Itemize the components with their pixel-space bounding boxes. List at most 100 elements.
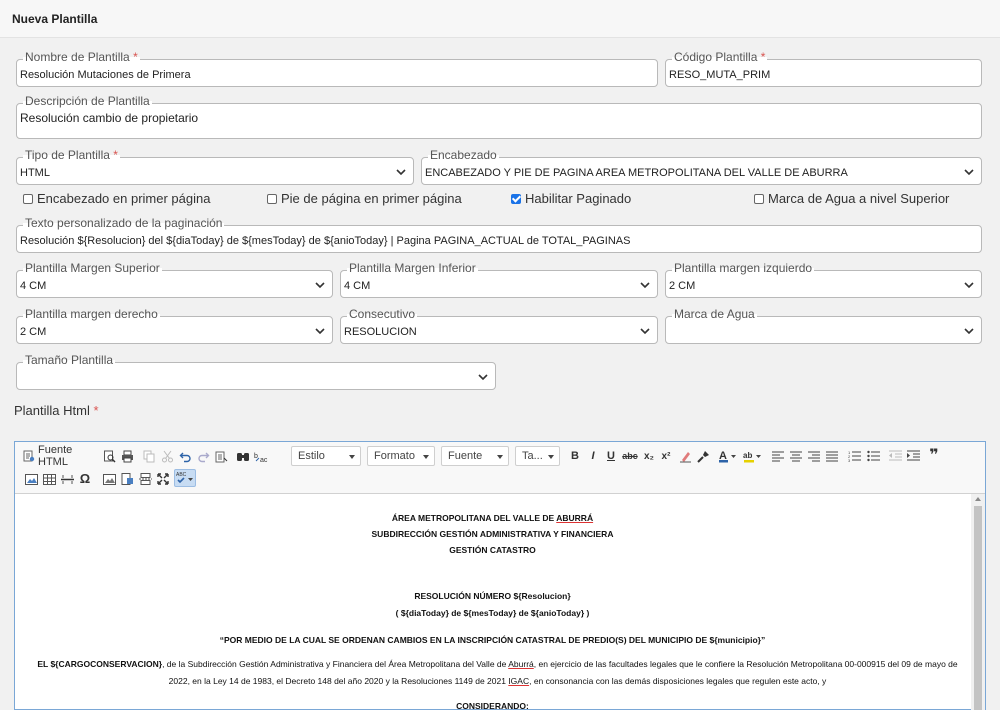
tamano-plantilla-select[interactable]: Tamaño Plantilla bbox=[16, 353, 496, 390]
descripcion-plantilla-label: Descripción de Plantilla bbox=[23, 94, 152, 108]
html-editor[interactable]: Fuente HTML b ac Estilo Formato Fuente Ta… bbox=[14, 441, 986, 710]
replace-icon[interactable]: b ac bbox=[253, 447, 269, 465]
card-header: Nueva Plantilla bbox=[0, 0, 1000, 38]
editor-scrollbar[interactable] bbox=[971, 494, 985, 710]
content-line-resolucion: RESOLUCIÓN NÚMERO ${Resolucion} bbox=[414, 591, 571, 601]
print-icon[interactable] bbox=[119, 447, 135, 465]
chevron-down-icon bbox=[639, 325, 651, 337]
special-char-button[interactable]: Ω bbox=[77, 469, 93, 487]
chevron-down-icon bbox=[963, 325, 975, 337]
editor-content[interactable]: ÁREA METROPOLITANA DEL VALLE DE ABURRÁ S… bbox=[15, 494, 970, 710]
margen-derecho-label: Plantilla margen derecho bbox=[23, 307, 160, 321]
preview-icon[interactable] bbox=[101, 447, 117, 465]
encabezado-select[interactable]: Encabezado ENCABEZADO Y PIE DE PAGINA AR… bbox=[421, 148, 982, 185]
margen-izquierdo-select[interactable]: Plantilla margen izquierdo 2 CM bbox=[665, 261, 982, 298]
superscript-button[interactable]: x² bbox=[659, 447, 673, 465]
blockquote-button[interactable]: ❞ bbox=[927, 446, 941, 464]
copy-icon[interactable] bbox=[141, 447, 157, 465]
margen-derecho-select[interactable]: Plantilla margen derecho 2 CM bbox=[16, 307, 333, 344]
pie-primer-pagina-checkbox[interactable]: Pie de página en primer página bbox=[267, 191, 462, 206]
remove-format-icon[interactable] bbox=[678, 447, 692, 465]
text-color-button[interactable]: A bbox=[717, 447, 739, 465]
margen-inferior-select[interactable]: Plantilla Margen Inferior 4 CM bbox=[340, 261, 658, 298]
consecutivo-select[interactable]: Consecutivo RESOLUCION bbox=[340, 307, 658, 344]
align-left-icon[interactable] bbox=[771, 447, 785, 465]
outdent-icon[interactable] bbox=[888, 447, 902, 465]
checkbox-box[interactable] bbox=[23, 193, 33, 204]
image-icon[interactable] bbox=[23, 470, 39, 488]
descripcion-plantilla-field[interactable]: Descripción de Plantilla Resolución camb… bbox=[16, 94, 982, 139]
scrollbar-thumb[interactable] bbox=[974, 506, 982, 710]
margen-superior-select[interactable]: Plantilla Margen Superior 4 CM bbox=[16, 261, 333, 298]
descripcion-plantilla-input[interactable]: Resolución cambio de propietario bbox=[20, 111, 198, 125]
encabezado-primer-pagina-checkbox[interactable]: Encabezado en primer página bbox=[23, 191, 210, 206]
chevron-down-icon bbox=[423, 455, 429, 459]
texto-paginacion-field[interactable]: Texto personalizado de la paginación Res… bbox=[16, 216, 982, 253]
bullet-list-icon[interactable] bbox=[866, 447, 880, 465]
codigo-plantilla-field[interactable]: Código Plantilla * RESO_MUTA_PRIM bbox=[665, 50, 982, 87]
nombre-plantilla-field[interactable]: Nombre de Plantilla * Resolución Mutacio… bbox=[16, 50, 658, 87]
texto-paginacion-label: Texto personalizado de la paginación bbox=[23, 216, 225, 230]
content-line-entity: ÁREA METROPOLITANA DEL VALLE DE ABURRÁ bbox=[391, 513, 594, 523]
nombre-plantilla-label: Nombre de Plantilla * bbox=[23, 50, 140, 64]
scroll-up-arrow-icon[interactable] bbox=[975, 497, 981, 501]
page-break-icon[interactable] bbox=[137, 470, 153, 488]
strikethrough-button[interactable]: abc bbox=[621, 447, 639, 465]
tamano-combo[interactable]: Ta... bbox=[515, 446, 560, 466]
bold-button[interactable]: B bbox=[568, 447, 582, 465]
margen-inferior-value: 4 CM bbox=[344, 280, 371, 292]
checkbox-box[interactable] bbox=[754, 193, 764, 204]
content-line-gestion: GESTIÓN CATASTRO bbox=[449, 545, 536, 555]
consecutivo-label: Consecutivo bbox=[347, 307, 418, 321]
content-line-subdireccion: SUBDIRECCIÓN GESTIÓN ADMINISTRATIVA Y FI… bbox=[371, 529, 614, 539]
marca-agua-superior-checkbox[interactable]: Marca de Agua a nivel Superior bbox=[754, 191, 949, 206]
fuente-combo[interactable]: Fuente bbox=[441, 446, 509, 466]
chevron-down-icon bbox=[639, 279, 651, 291]
table-icon[interactable] bbox=[41, 470, 57, 488]
maximize-icon[interactable] bbox=[155, 470, 171, 488]
chevron-down-icon bbox=[395, 166, 407, 178]
align-center-icon[interactable] bbox=[789, 447, 803, 465]
align-right-icon[interactable] bbox=[807, 447, 821, 465]
spellcheck-button[interactable]: ABC bbox=[174, 469, 196, 487]
paste-text-icon[interactable] bbox=[213, 447, 229, 465]
content-line-fecha: ( ${diaToday} de ${mesToday} de ${anioTo… bbox=[395, 608, 590, 618]
codigo-plantilla-input[interactable]: RESO_MUTA_PRIM bbox=[669, 69, 770, 81]
marca-agua-select[interactable]: Marca de Agua bbox=[665, 307, 982, 344]
iframe-icon[interactable] bbox=[119, 470, 135, 488]
tipo-plantilla-select[interactable]: Tipo de Plantilla * HTML bbox=[16, 148, 414, 185]
chevron-down-icon bbox=[963, 166, 975, 178]
find-icon[interactable] bbox=[235, 447, 251, 465]
source-html-button[interactable]: Fuente HTML bbox=[23, 444, 99, 468]
margen-izquierdo-value: 2 CM bbox=[669, 280, 696, 292]
cut-icon[interactable] bbox=[159, 447, 175, 465]
checkbox-box[interactable] bbox=[267, 193, 277, 204]
subscript-button[interactable]: x₂ bbox=[642, 447, 656, 465]
align-justify-icon[interactable] bbox=[825, 447, 839, 465]
bg-color-button[interactable]: ab bbox=[742, 447, 764, 465]
underline-button[interactable]: U bbox=[604, 447, 618, 465]
margen-izquierdo-label: Plantilla margen izquierdo bbox=[672, 261, 815, 275]
checkbox-box-checked[interactable] bbox=[511, 193, 521, 204]
texto-paginacion-input[interactable]: Resolución ${Resolucion} del ${diaToday}… bbox=[20, 235, 630, 247]
nombre-plantilla-input[interactable]: Resolución Mutaciones de Primera bbox=[20, 69, 191, 81]
indent-icon[interactable] bbox=[906, 447, 920, 465]
chevron-down-icon bbox=[963, 279, 975, 291]
numbered-list-icon[interactable]: 123 bbox=[847, 447, 861, 465]
content-paragraph-line-2: 2022, en la Ley 14 de 1983, el Decreto 1… bbox=[168, 676, 827, 686]
undo-icon[interactable] bbox=[177, 447, 193, 465]
content-line-titulo: “POR MEDIO DE LA CUAL SE ORDENAN CAMBIOS… bbox=[219, 635, 766, 645]
chevron-down-icon bbox=[349, 455, 355, 459]
chevron-down-icon bbox=[314, 325, 326, 337]
horizontal-rule-icon[interactable] bbox=[59, 470, 75, 488]
svg-text:ab: ab bbox=[743, 451, 752, 460]
estilo-combo[interactable]: Estilo bbox=[291, 446, 361, 466]
svg-text:ABC: ABC bbox=[176, 472, 187, 478]
image-upload-icon[interactable] bbox=[101, 470, 117, 488]
tamano-plantilla-label: Tamaño Plantilla bbox=[23, 353, 116, 367]
formato-combo[interactable]: Formato bbox=[367, 446, 435, 466]
copy-format-icon[interactable] bbox=[696, 447, 710, 465]
habilitar-paginado-checkbox[interactable]: Habilitar Paginado bbox=[511, 191, 631, 206]
italic-button[interactable]: I bbox=[586, 447, 600, 465]
redo-icon[interactable] bbox=[195, 447, 211, 465]
